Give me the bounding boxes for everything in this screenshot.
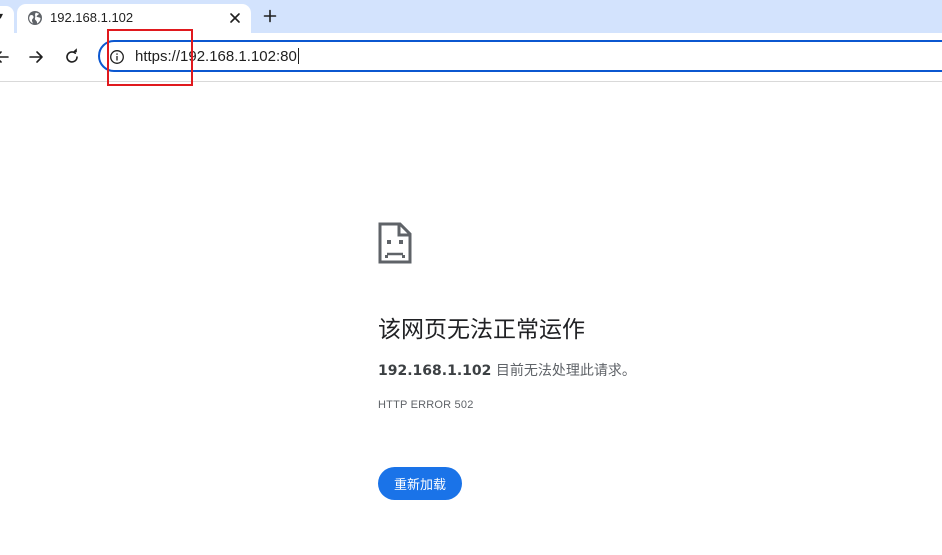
active-tab[interactable]: 192.168.1.102: [17, 4, 251, 33]
error-description: 192.168.1.102 目前无法处理此请求。: [378, 360, 636, 380]
previous-tab-stub[interactable]: ▾: [0, 6, 14, 33]
tab-title: 192.168.1.102: [50, 10, 134, 25]
tab-strip: ▾ 192.168.1.102: [0, 0, 942, 33]
url-field[interactable]: https://192.168.1.102:80: [135, 48, 299, 65]
text-caret: [297, 48, 299, 64]
reload-button[interactable]: 重新加载: [378, 467, 462, 500]
url-value: https://192.168.1.102:80: [135, 48, 297, 65]
error-host: 192.168.1.102: [378, 363, 492, 379]
chevron-down-icon: ▾: [0, 11, 4, 22]
sad-page-icon: [378, 222, 412, 264]
plus-icon[interactable]: [259, 5, 281, 27]
info-icon[interactable]: [109, 49, 125, 65]
close-icon[interactable]: [225, 8, 245, 28]
reload-icon[interactable]: [62, 47, 82, 67]
globe-icon: [28, 11, 42, 25]
browser-toolbar: https://192.168.1.102:80: [0, 33, 942, 82]
arrow-left-icon[interactable]: [0, 47, 12, 67]
error-title: 该网页无法正常运作: [378, 317, 585, 343]
address-bar[interactable]: https://192.168.1.102:80: [98, 40, 942, 72]
error-message: 目前无法处理此请求。: [491, 363, 636, 379]
arrow-right-icon[interactable]: [26, 47, 46, 67]
error-code: HTTP ERROR 502: [378, 399, 474, 411]
